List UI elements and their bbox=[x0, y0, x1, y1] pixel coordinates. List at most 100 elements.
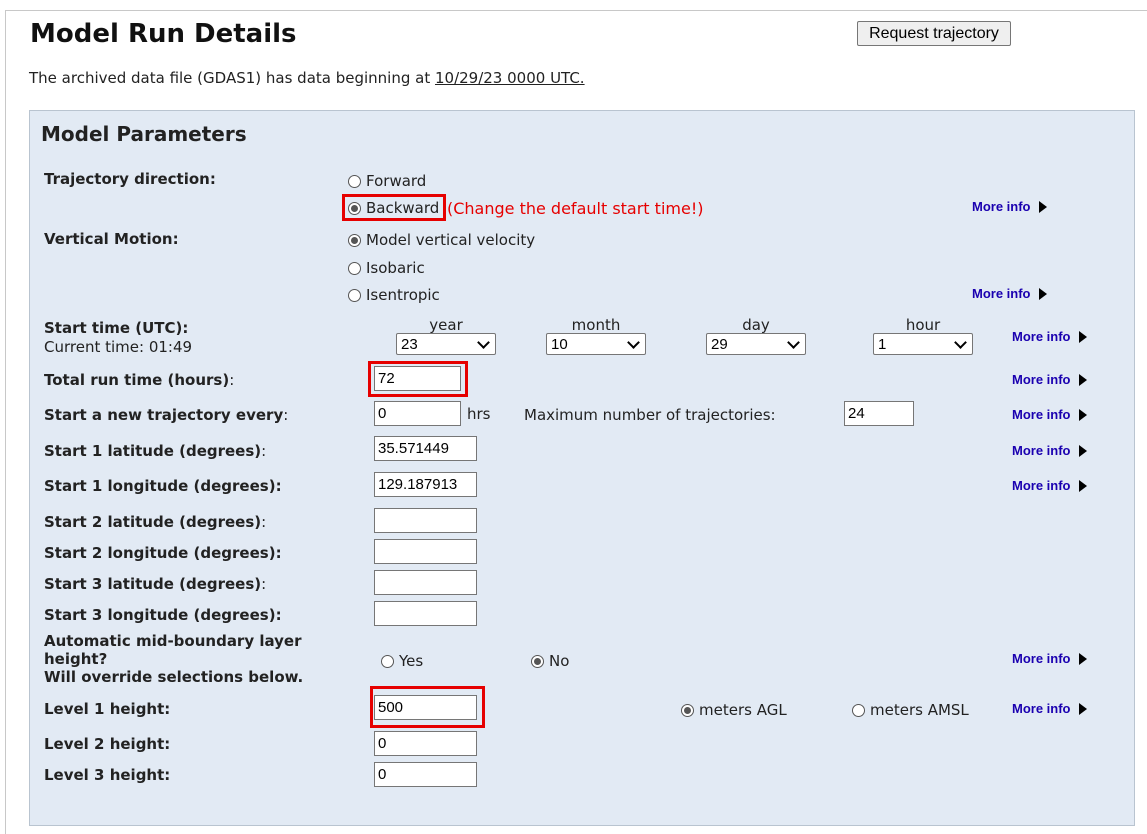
level2-height-input[interactable] bbox=[374, 731, 477, 756]
current-time-text: Current time: 01:49 bbox=[44, 338, 193, 356]
new-trajectory-every-label: Start a new trajectory every: bbox=[44, 406, 288, 424]
chevron-down-icon bbox=[627, 335, 640, 349]
level3-height-label: Level 3 height: bbox=[44, 766, 171, 784]
auto-mid-boundary-label: Automatic mid-boundary layer height? Wil… bbox=[44, 632, 303, 686]
label-colon: : bbox=[229, 371, 235, 389]
more-info-run-time[interactable]: More info bbox=[1012, 372, 1087, 387]
meters-amsl-radio[interactable] bbox=[852, 703, 865, 717]
level1-height-label: Level 1 height: bbox=[44, 700, 171, 718]
backward-highlight-box bbox=[342, 194, 446, 221]
more-info-direction[interactable]: More info bbox=[972, 199, 1047, 214]
more-info-start1-lon[interactable]: More info bbox=[1012, 478, 1087, 493]
total-run-time-highlight-box bbox=[368, 361, 468, 397]
meters-amsl-option[interactable]: meters AMSL bbox=[852, 701, 969, 719]
isobaric-radio[interactable] bbox=[348, 261, 361, 275]
hour-select[interactable]: 1 bbox=[873, 333, 973, 355]
month-select[interactable]: 10 bbox=[546, 333, 646, 355]
start3-latitude-input[interactable] bbox=[374, 570, 477, 595]
more-info-label: More info bbox=[972, 199, 1031, 214]
auto-mid-yes-label: Yes bbox=[399, 652, 424, 670]
label-colon: : bbox=[283, 406, 289, 424]
start3-longitude-label: Start 3 longitude (degrees): bbox=[44, 606, 282, 624]
more-info-level[interactable]: More info bbox=[1012, 701, 1087, 716]
model-vertical-velocity-radio[interactable] bbox=[348, 233, 361, 247]
more-info-label: More info bbox=[1012, 478, 1071, 493]
more-info-new-every[interactable]: More info bbox=[1012, 407, 1087, 422]
start2-latitude-label: Start 2 latitude (degrees): bbox=[44, 513, 266, 531]
more-info-label: More info bbox=[1012, 701, 1071, 716]
archive-date-link[interactable]: 10/29/23 0000 UTC. bbox=[435, 69, 585, 87]
start3-longitude-input[interactable] bbox=[374, 601, 477, 626]
chevron-down-icon bbox=[477, 335, 490, 349]
level3-height-input[interactable] bbox=[374, 762, 477, 787]
top-border bbox=[5, 10, 1147, 11]
total-run-time-label: Total run time (hours): bbox=[44, 371, 234, 389]
meters-agl-radio[interactable] bbox=[681, 703, 694, 717]
start1-longitude-label: Start 1 longitude (degrees): bbox=[44, 477, 282, 495]
forward-option[interactable]: Forward bbox=[348, 172, 426, 190]
max-trajectories-label: Maximum number of trajectories: bbox=[524, 406, 776, 424]
day-value: 29 bbox=[711, 335, 728, 353]
start2-longitude-input[interactable] bbox=[374, 539, 477, 564]
archive-info: The archived data file (GDAS1) has data … bbox=[29, 69, 585, 87]
meters-amsl-label: meters AMSL bbox=[870, 701, 969, 719]
auto-mid-no-label: No bbox=[549, 652, 570, 670]
more-info-vertical[interactable]: More info bbox=[972, 286, 1047, 301]
start-time-warning: (Change the default start time!) bbox=[447, 199, 704, 218]
month-value: 10 bbox=[551, 335, 568, 353]
label-colon: : bbox=[261, 513, 267, 531]
start1-latitude-label-text: Start 1 latitude (degrees) bbox=[44, 442, 262, 460]
label-colon: : bbox=[261, 575, 267, 593]
new-trajectory-every-input[interactable] bbox=[374, 401, 461, 426]
auto-mid-line3: Will override selections below. bbox=[44, 668, 304, 686]
left-border bbox=[5, 10, 6, 834]
meters-agl-option[interactable]: meters AGL bbox=[681, 701, 787, 719]
triangle-right-icon bbox=[1078, 702, 1087, 715]
auto-mid-yes-radio[interactable] bbox=[381, 654, 394, 668]
model-vertical-velocity-option[interactable]: Model vertical velocity bbox=[348, 231, 535, 249]
triangle-right-icon bbox=[1078, 444, 1087, 457]
start3-latitude-label-text: Start 3 latitude (degrees) bbox=[44, 575, 262, 593]
more-info-start-time[interactable]: More info bbox=[1012, 329, 1087, 344]
year-header: year bbox=[429, 316, 463, 334]
triangle-right-icon bbox=[1078, 652, 1087, 665]
triangle-right-icon bbox=[1078, 479, 1087, 492]
auto-mid-no-option[interactable]: No bbox=[531, 652, 569, 670]
level2-height-label: Level 2 height: bbox=[44, 735, 171, 753]
level1-highlight-box bbox=[370, 686, 485, 728]
page-title: Model Run Details bbox=[30, 19, 297, 49]
triangle-right-icon bbox=[1038, 200, 1047, 213]
label-colon: : bbox=[261, 442, 267, 460]
more-info-label: More info bbox=[1012, 372, 1071, 387]
auto-mid-line2: height? bbox=[44, 650, 108, 668]
auto-mid-line1: Automatic mid-boundary layer bbox=[44, 632, 302, 650]
hour-header: hour bbox=[905, 316, 941, 334]
request-trajectory-button[interactable]: Request trajectory bbox=[857, 21, 1011, 46]
isobaric-label: Isobaric bbox=[366, 259, 425, 277]
trajectory-direction-label: Trajectory direction: bbox=[44, 170, 216, 188]
model-vertical-velocity-label: Model vertical velocity bbox=[366, 231, 536, 249]
forward-radio[interactable] bbox=[348, 174, 361, 188]
more-info-auto-mid[interactable]: More info bbox=[1012, 651, 1087, 666]
triangle-right-icon bbox=[1078, 330, 1087, 343]
isobaric-option[interactable]: Isobaric bbox=[348, 259, 425, 277]
more-info-start1-lat[interactable]: More info bbox=[1012, 443, 1087, 458]
triangle-right-icon bbox=[1078, 373, 1087, 386]
isentropic-option[interactable]: Isentropic bbox=[348, 286, 440, 304]
auto-mid-no-radio[interactable] bbox=[531, 654, 544, 668]
year-select[interactable]: 23 bbox=[396, 333, 496, 355]
day-select[interactable]: 29 bbox=[706, 333, 806, 355]
isentropic-label: Isentropic bbox=[366, 286, 440, 304]
auto-mid-yes-option[interactable]: Yes bbox=[381, 652, 423, 670]
start1-longitude-input[interactable] bbox=[374, 472, 477, 497]
start2-longitude-label: Start 2 longitude (degrees): bbox=[44, 544, 282, 562]
isentropic-radio[interactable] bbox=[348, 288, 361, 302]
max-trajectories-input[interactable] bbox=[844, 401, 914, 426]
start2-latitude-input[interactable] bbox=[374, 508, 477, 533]
meters-agl-label: meters AGL bbox=[699, 701, 787, 719]
triangle-right-icon bbox=[1078, 408, 1087, 421]
forward-label: Forward bbox=[366, 172, 427, 190]
more-info-label: More info bbox=[1012, 651, 1071, 666]
start1-latitude-input[interactable] bbox=[374, 436, 477, 461]
start-time-label: Start time (UTC): bbox=[44, 319, 189, 337]
